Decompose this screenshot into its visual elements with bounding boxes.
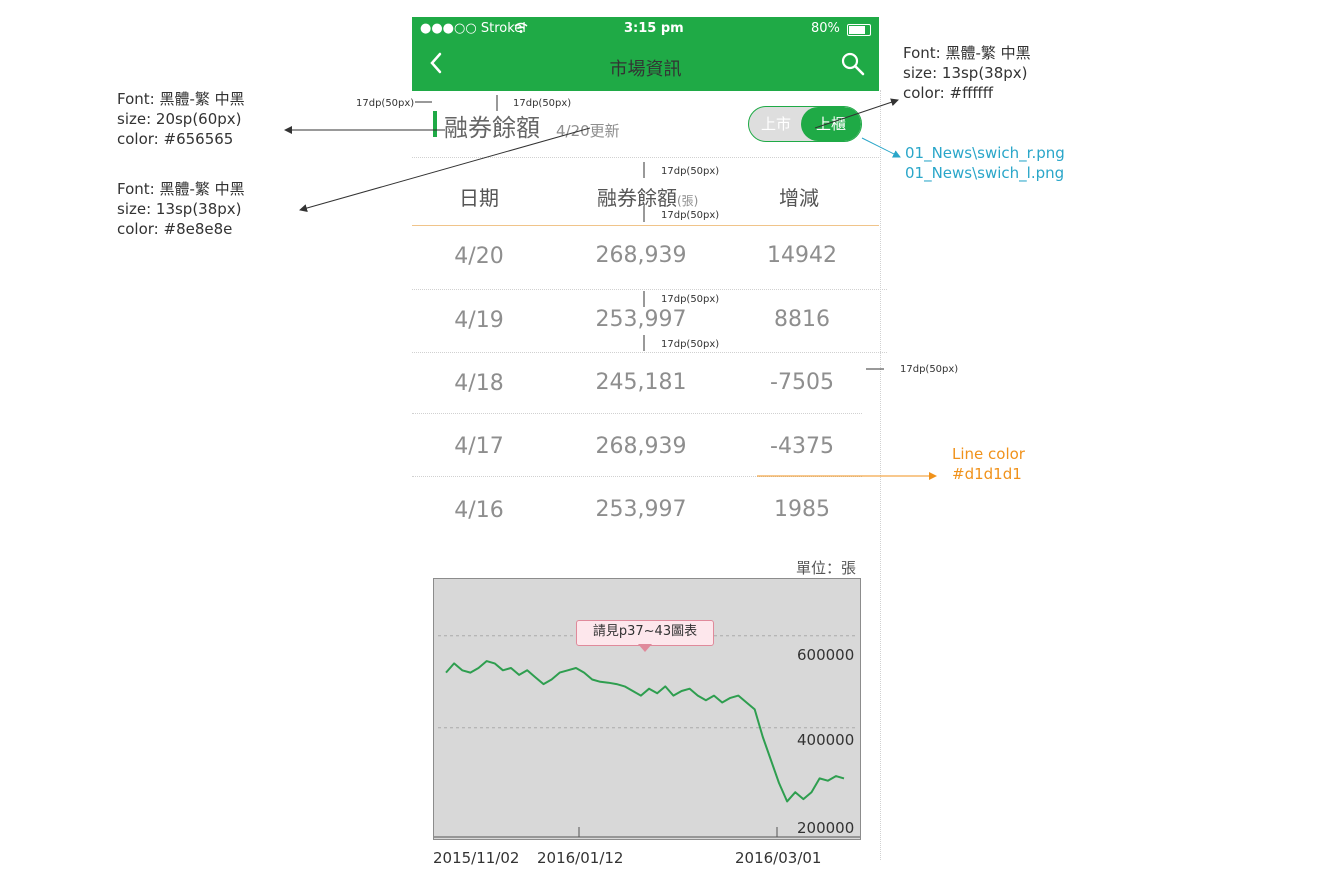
annotation-arrows xyxy=(284,95,937,480)
arrow xyxy=(861,137,901,158)
arrow xyxy=(814,98,899,129)
arrow xyxy=(299,127,591,212)
